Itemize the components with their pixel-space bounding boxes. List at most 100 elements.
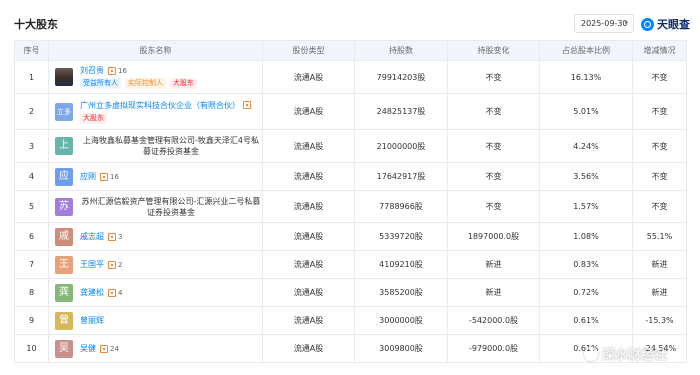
shareholder-name: 上海牧鑫私募基金管理有限公司-牧鑫天泽汇4号私募证券投资基金 [83, 136, 259, 156]
column-header: 持股数 [354, 40, 448, 61]
shareholder-cell: 苏苏州汇源信毅资产管理有限公司-汇源兴业二号私募证券投资基金 [48, 190, 263, 223]
share-type: 流通A股 [262, 250, 355, 279]
related-companies-icon [100, 344, 108, 353]
shares-held: 3585200股 [354, 278, 448, 307]
row-number: 7 [14, 250, 49, 279]
shareholder-avatar[interactable]: 曾 [55, 311, 73, 330]
shareholder-avatar[interactable]: 吴 [55, 339, 73, 358]
share-type: 流通A股 [262, 162, 355, 191]
shareholder-avatar[interactable]: 上 [55, 137, 73, 155]
shareholder-tag: 实际控制人 [125, 78, 166, 89]
shareholder-name-link[interactable]: 龚建松 [80, 287, 104, 298]
related-companies[interactable]: 4 [108, 288, 122, 297]
date-select[interactable]: 2025-09-30 ▾ [574, 14, 634, 33]
share-type: 流通A股 [262, 334, 355, 363]
shareholder-cell: 戚戚志超 3 [48, 222, 263, 251]
shares-change: 1897000.0股 [447, 222, 540, 251]
shareholder-avatar[interactable]: 戚 [55, 227, 73, 246]
column-header: 股东名称 [48, 40, 263, 61]
column-header: 占总股本比例 [539, 40, 633, 61]
shareholder-name-link[interactable]: 应刚 [80, 171, 96, 182]
shares-change: 不变 [447, 129, 540, 163]
related-companies-icon[interactable] [243, 101, 251, 109]
shareholder-avatar[interactable]: 苏 [55, 197, 73, 216]
shareholder-name-link[interactable]: 广州立多虚拟现实科技合伙企业（有限合伙） [80, 100, 240, 111]
related-count: 24 [110, 344, 119, 353]
related-companies[interactable]: 16 [100, 172, 119, 181]
brand-logo[interactable]: 天眼查 [641, 15, 690, 33]
column-header: 增减情况 [632, 40, 687, 61]
watermark-logo-icon [584, 346, 598, 361]
row-number: 9 [14, 306, 49, 335]
table-header-row: 序号 股东名称 股份类型 持股数 持股变化 占总股本比例 增减情况 [14, 40, 687, 61]
shares-held: 4109210股 [354, 250, 448, 279]
shares-change: 不变 [447, 162, 540, 191]
shares-held: 21000000股 [354, 129, 448, 163]
related-companies[interactable]: 2 [108, 260, 122, 269]
shares-held: 3009800股 [354, 334, 448, 363]
share-ratio: 16.13% [539, 60, 633, 94]
shareholder-avatar[interactable]: 王 [55, 255, 73, 274]
related-count: 3 [118, 232, 123, 241]
share-type: 流通A股 [262, 190, 355, 223]
section-title: 十大股东 [14, 18, 58, 31]
row-number: 4 [14, 162, 49, 191]
share-type: 流通A股 [262, 60, 355, 94]
related-companies[interactable]: 3 [108, 232, 123, 241]
shareholder-name: 苏州汇源信毅资产管理有限公司-汇源兴业二号私募证券投资基金 [81, 196, 261, 217]
shareholder-cell: 上上海牧鑫私募基金管理有限公司-牧鑫天泽汇4号私募证券投资基金 [48, 129, 263, 163]
share-ratio: 1.08% [539, 222, 633, 251]
shareholder-avatar[interactable] [55, 68, 73, 86]
shareholder-name-link[interactable]: 戚志超 [80, 231, 104, 242]
shareholder-avatar[interactable]: 应 [55, 167, 73, 186]
share-ratio: 0.72% [539, 278, 633, 307]
change-trend: 不变 [632, 190, 687, 223]
share-ratio: 4.24% [539, 129, 633, 163]
change-trend: 新进 [632, 278, 687, 307]
shareholder-name-link[interactable]: 曾丽辉 [80, 315, 104, 326]
shareholder-name-link[interactable]: 刘召贵 [80, 65, 104, 76]
change-trend: -15.3% [632, 306, 687, 335]
shares-change: 新进 [447, 278, 540, 307]
related-companies-icon [108, 66, 116, 75]
change-trend: 55.1% [632, 222, 687, 251]
share-ratio: 0.83% [539, 250, 633, 279]
change-trend: 新进 [632, 250, 687, 279]
section-header: 十大股东 2025-09-30 ▾ 天眼查 [0, 0, 700, 40]
shareholder-cell: 吴吴健 24 [48, 334, 263, 363]
row-number: 5 [14, 190, 49, 223]
shares-held: 3000000股 [354, 306, 448, 335]
share-type: 流通A股 [262, 93, 355, 130]
shareholder-avatar[interactable]: 龚 [55, 283, 73, 302]
share-type: 流通A股 [262, 222, 355, 251]
column-header: 股份类型 [262, 40, 355, 61]
shareholder-avatar[interactable]: 立多 [55, 102, 73, 121]
table-row: 4 应应刚 16 流通A股 17642917股 不变 3.56% 不变 [14, 162, 687, 191]
shareholder-tag: 大股东 [80, 112, 107, 124]
related-count: 16 [110, 172, 119, 181]
table-row: 7 王王国平 2 流通A股 4109210股 新进 0.83% 新进 [14, 250, 687, 279]
brand-name: 天眼查 [657, 18, 690, 31]
table-row: 6 戚戚志超 3 流通A股 5339720股 1897000.0股 1.08% 55.1% [14, 222, 687, 251]
shares-change: 不变 [447, 190, 540, 223]
change-trend: 不变 [632, 129, 687, 163]
change-trend: 不变 [632, 93, 687, 130]
shareholder-tag: 大股东 [170, 78, 197, 89]
related-companies-icon [108, 232, 116, 241]
share-type: 流通A股 [262, 278, 355, 307]
shareholder-name-link[interactable]: 吴健 [80, 343, 96, 354]
related-companies[interactable]: 16 [108, 66, 127, 75]
related-companies-icon [108, 260, 116, 269]
row-number: 10 [14, 334, 49, 363]
related-companies[interactable]: 24 [100, 344, 119, 353]
row-number: 2 [14, 93, 49, 130]
shares-held: 79914203股 [354, 60, 448, 94]
table-row: 2 立多 广州立多虚拟现实科技合伙企业（有限合伙） 大股东 流通A股 24825137股 不… [14, 93, 687, 130]
change-trend: 不变 [632, 60, 687, 94]
shares-held: 24825137股 [354, 93, 448, 130]
shares-held: 17642917股 [354, 162, 448, 191]
tianyancha-logo-icon [641, 17, 654, 31]
shareholder-name-link[interactable]: 王国平 [80, 259, 104, 270]
table-row: 5 苏苏州汇源信毅资产管理有限公司-汇源兴业二号私募证券投资基金 流通A股 77889… [14, 190, 687, 223]
row-number: 6 [14, 222, 49, 251]
